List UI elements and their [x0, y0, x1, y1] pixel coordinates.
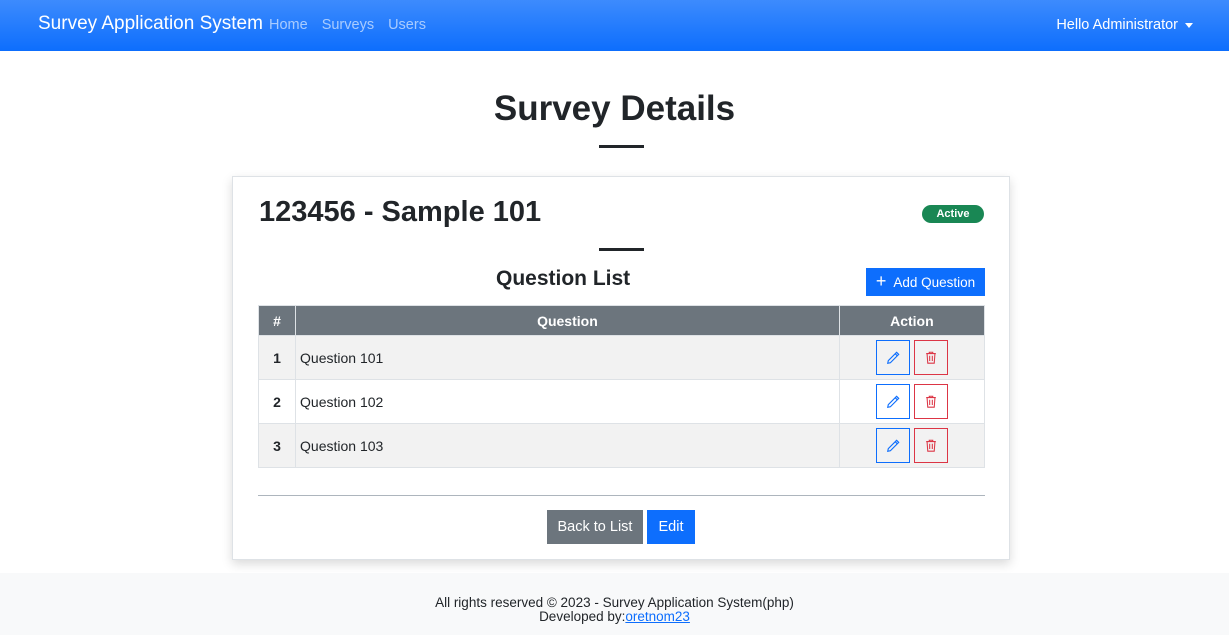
column-header-question: Question	[295, 305, 840, 336]
row-number: 1	[257, 335, 297, 380]
user-greeting: Hello Administrator	[1056, 17, 1178, 33]
row-actions	[838, 423, 986, 468]
pencil-icon	[886, 439, 900, 452]
delete-question-button[interactable]	[913, 428, 948, 463]
user-menu-dropdown[interactable]: Hello Administrator	[1056, 17, 1193, 33]
nav-link-users[interactable]: Users	[388, 17, 426, 33]
delete-question-button[interactable]	[913, 340, 948, 375]
edit-survey-button[interactable]: Edit	[647, 510, 695, 544]
nav-link-surveys[interactable]: Surveys	[322, 17, 374, 33]
table-row: 2 Question 102	[257, 379, 986, 424]
table-header-row: # Question Action	[257, 305, 986, 336]
column-header-action: Action	[838, 305, 986, 336]
column-header-number: #	[257, 305, 297, 336]
edit-question-button[interactable]	[875, 428, 910, 463]
pencil-icon	[886, 351, 900, 364]
add-question-button[interactable]: + Add Question	[866, 268, 985, 296]
caret-down-icon	[1185, 22, 1193, 28]
question-table: # Question Action 1 Question 101 2 Quest…	[257, 305, 986, 468]
section-divider	[599, 248, 644, 251]
delete-question-button[interactable]	[913, 384, 948, 419]
status-badge: Active	[922, 205, 984, 223]
plus-icon: +	[875, 271, 887, 291]
add-question-label: Add Question	[893, 274, 976, 290]
question-text: Question 103	[295, 423, 840, 468]
developer-link[interactable]: oretnom23	[625, 609, 690, 624]
nav-link-home[interactable]: Home	[269, 17, 308, 33]
nav-links: Home Surveys Users	[269, 17, 426, 33]
survey-title: 123456 - Sample 101	[259, 196, 542, 228]
trash-icon	[926, 351, 936, 364]
brand-title[interactable]: Survey Application System	[38, 13, 263, 35]
edit-question-button[interactable]	[875, 384, 910, 419]
question-text: Question 101	[295, 335, 840, 380]
row-actions	[838, 335, 986, 380]
row-number: 3	[257, 423, 297, 468]
survey-card: 123456 - Sample 101 Active Question List…	[232, 176, 1010, 560]
row-actions	[838, 379, 986, 424]
top-navbar: Survey Application System Home Surveys U…	[0, 0, 1229, 51]
question-list-heading: Question List	[496, 267, 631, 290]
pencil-icon	[886, 395, 900, 408]
question-text: Question 102	[295, 379, 840, 424]
page-title: Survey Details	[493, 89, 736, 128]
developed-by-label: Developed by:	[539, 609, 626, 624]
back-to-list-button[interactable]: Back to List	[547, 510, 643, 544]
copyright-text: All rights reserved © 2023 - Survey Appl…	[435, 595, 794, 610]
title-underline	[599, 145, 644, 148]
page-footer: All rights reserved © 2023 - Survey Appl…	[0, 573, 1229, 635]
trash-icon	[926, 439, 936, 452]
trash-icon	[926, 395, 936, 408]
developer-credit: Developed by:oretnom23	[0, 610, 1229, 624]
table-row: 3 Question 103	[257, 423, 986, 468]
table-row: 1 Question 101	[257, 335, 986, 380]
card-footer-divider	[258, 495, 985, 496]
row-number: 2	[257, 379, 297, 424]
edit-question-button[interactable]	[875, 340, 910, 375]
